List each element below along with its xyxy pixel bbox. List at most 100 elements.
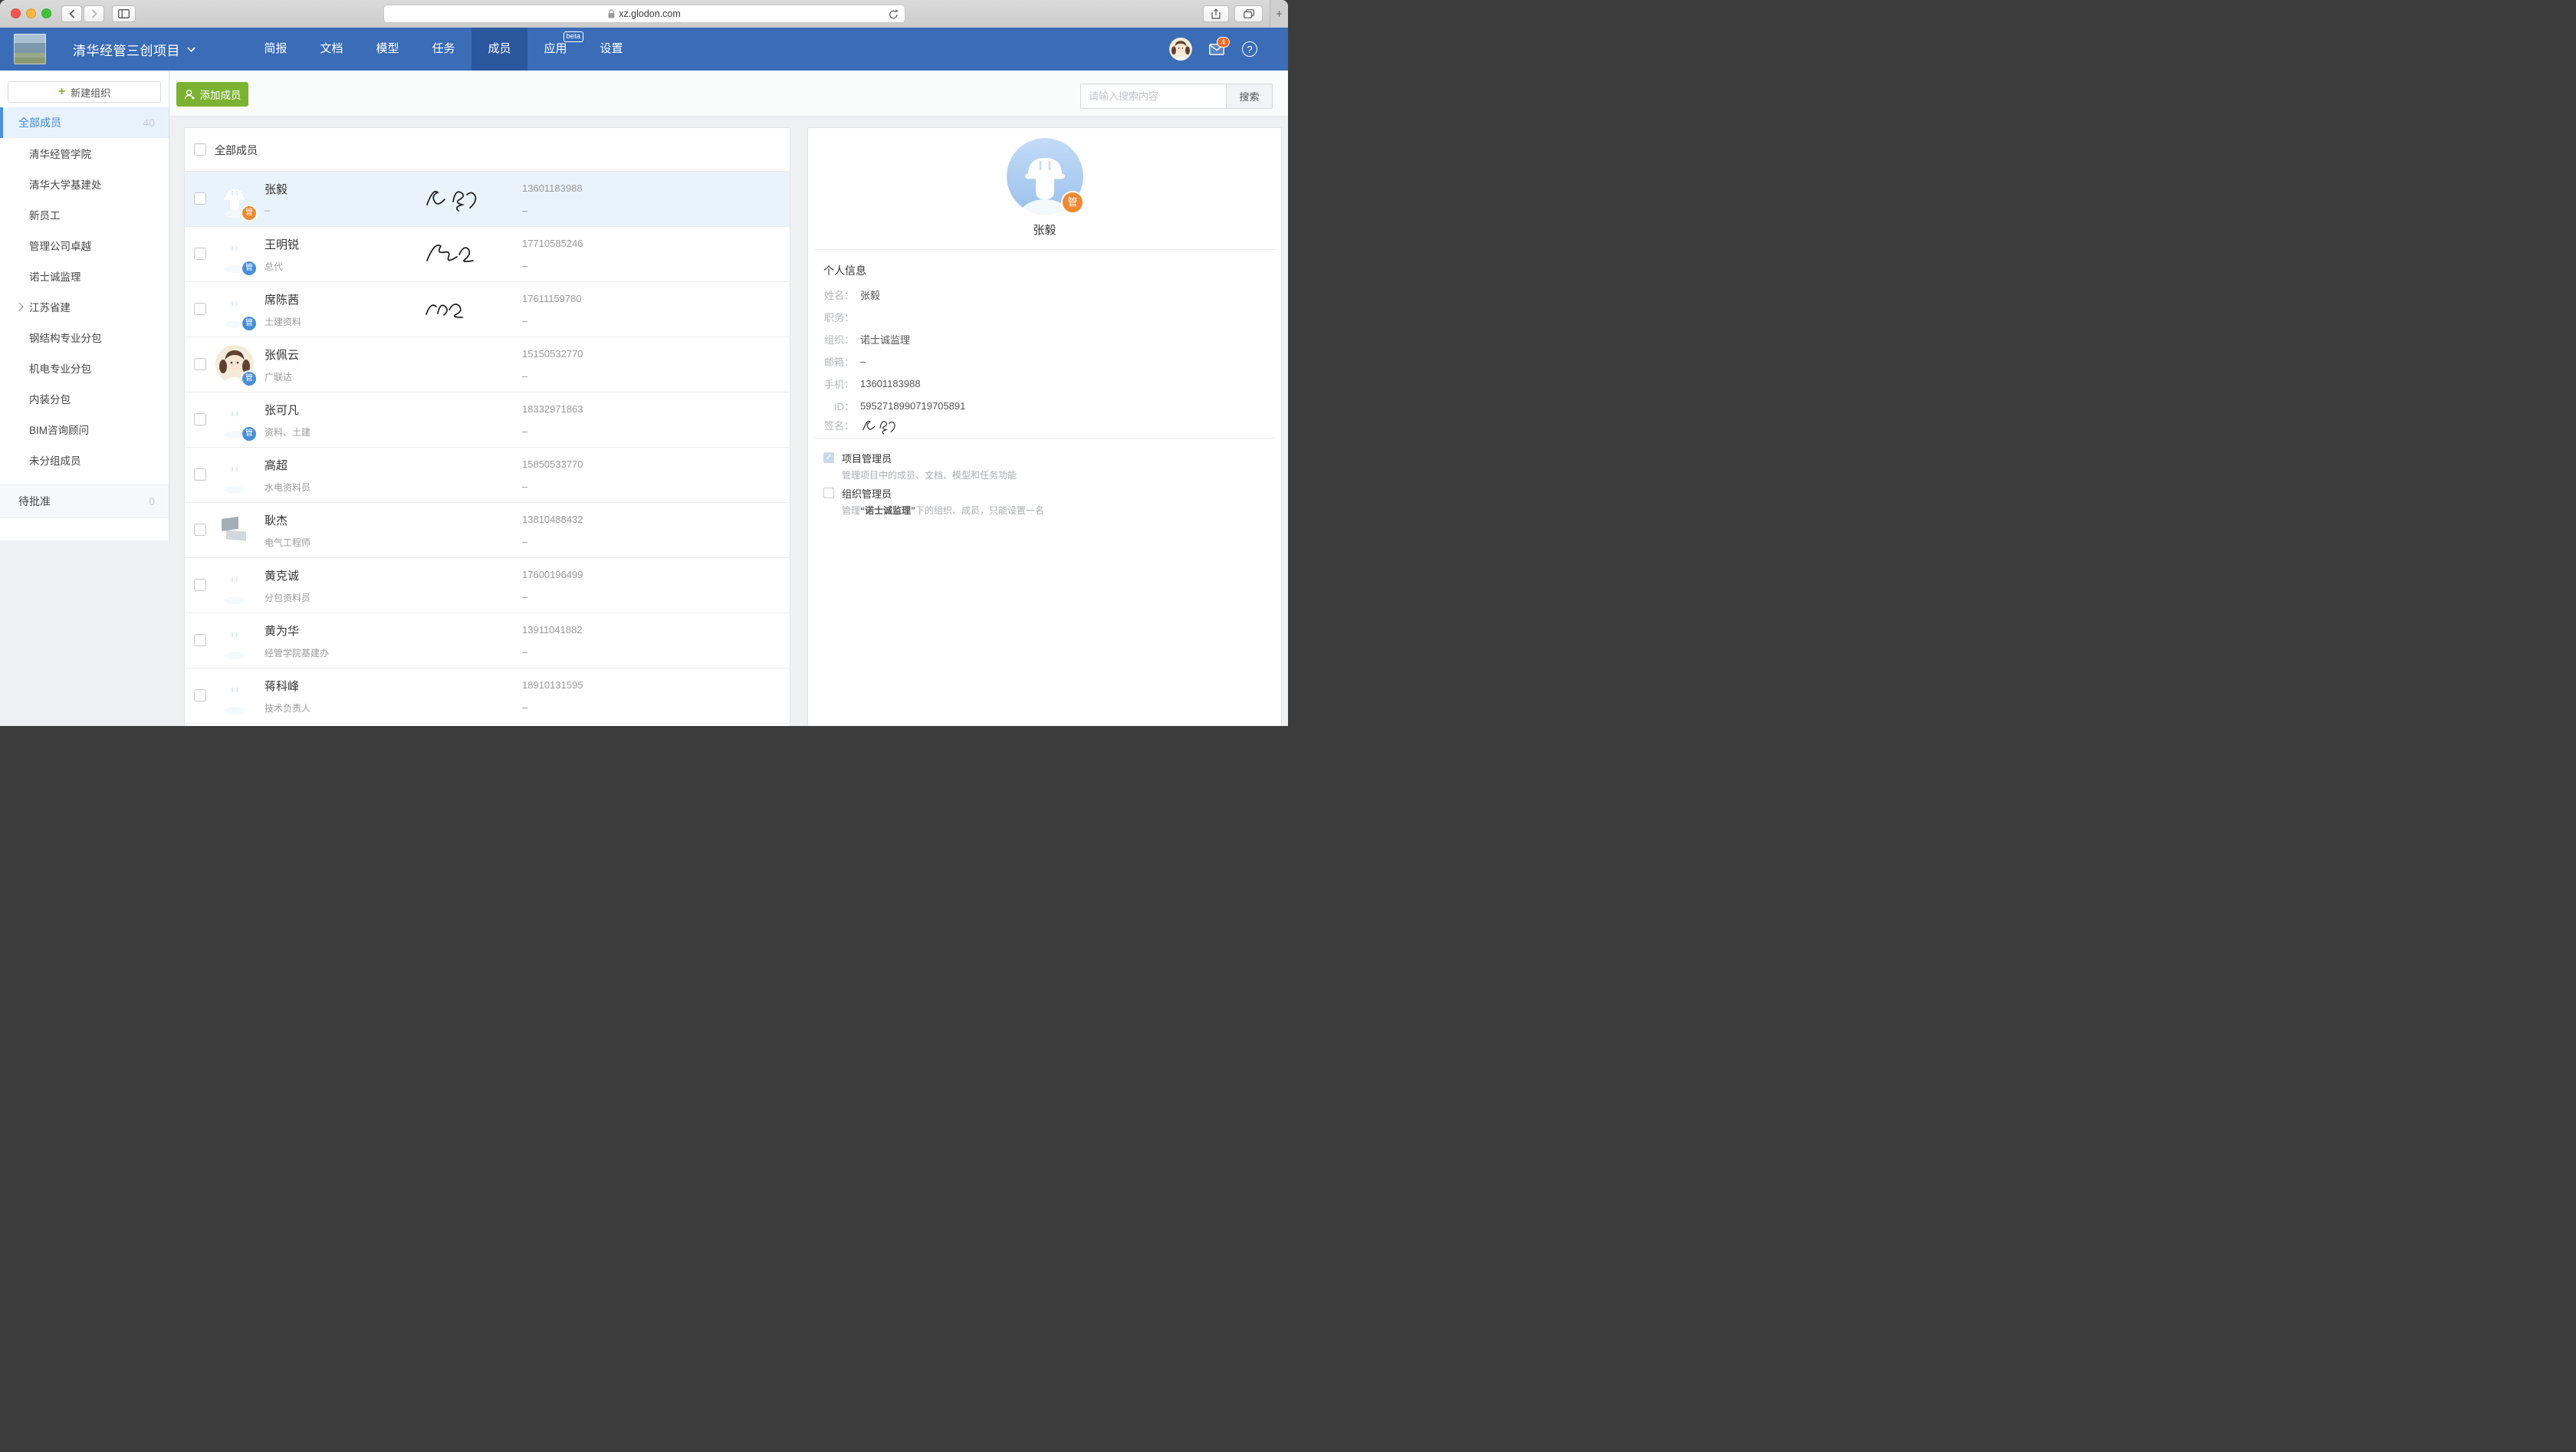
nav-tab[interactable]: 成员 — [472, 28, 527, 71]
row-checkbox[interactable] — [194, 303, 206, 315]
sidebar-org-item[interactable]: 管理公司卓越 — [0, 230, 169, 261]
member-role: 广联达 — [264, 370, 292, 383]
project-title: 清华经管三创项目 — [73, 40, 180, 59]
nav-tab-label: 应用 — [544, 42, 567, 55]
sidebar-org-item[interactable]: 清华大学基建处 — [0, 169, 169, 199]
row-checkbox[interactable] — [194, 413, 206, 425]
sidebar-org-item[interactable]: 新员工 — [0, 199, 169, 230]
member-phone: 17600196499 — [522, 569, 583, 580]
browser-titlebar: xz.glodon.com + — [0, 0, 1288, 28]
member-row[interactable]: 管 张可凡 资料、土建 18332971863 – — [185, 393, 790, 448]
url-text: xz.glodon.com — [619, 8, 681, 19]
nav-tab[interactable]: 任务 — [416, 28, 472, 71]
sidebar-org-item[interactable]: 诺士诚监理 — [0, 261, 169, 291]
project-admin-checkbox[interactable]: ✓ — [823, 452, 834, 463]
member-name: 张毅 — [264, 181, 288, 197]
personal-info-fields: 姓名： 张毅 职务： 组织： 诺士诚监理 邮箱： – — [823, 284, 965, 417]
sidebar-item-pending[interactable]: 待批准 0 — [0, 485, 169, 518]
project-switcher[interactable]: 清华经管三创项目 — [73, 28, 196, 71]
field-value: 5952718990719705891 — [860, 400, 965, 412]
member-phone-secondary: – — [522, 370, 527, 382]
select-all-checkbox[interactable] — [194, 143, 206, 156]
sidebar-toggle-button[interactable] — [112, 5, 136, 22]
member-role: 水电资料员 — [264, 481, 310, 494]
messages-button[interactable]: 4 — [1209, 44, 1224, 59]
zoom-window-button[interactable] — [41, 8, 51, 18]
back-button[interactable] — [61, 5, 82, 22]
member-phone-secondary: – — [522, 425, 527, 437]
sidebar-org-item[interactable]: 钢结构专业分包 — [0, 322, 169, 353]
chevron-right-icon — [91, 9, 97, 18]
member-phone: 18910131595 — [522, 679, 583, 691]
sidebar-org-item[interactable]: 江苏省建 — [0, 291, 169, 322]
new-org-button[interactable]: + 新建组织 — [8, 81, 161, 103]
user-avatar[interactable] — [1169, 38, 1192, 61]
reload-button[interactable] — [889, 8, 899, 22]
nav-tab[interactable]: 文档 — [304, 28, 360, 71]
org-admin-checkbox[interactable] — [823, 488, 834, 498]
chevron-right-icon[interactable] — [15, 302, 23, 310]
minimize-window-button[interactable] — [26, 8, 36, 18]
member-row[interactable]: 黄克诚 分包资料员 17600196499 – — [185, 558, 790, 613]
member-detail-panel: 管 张毅 个人信息 姓名： 张毅 职务： 组织： 诺士诚监理 — [807, 127, 1282, 726]
divider — [814, 249, 1275, 250]
nav-tab-label: 任务 — [432, 42, 455, 55]
row-checkbox[interactable] — [194, 248, 206, 260]
add-member-button[interactable]: 添加成员 — [176, 82, 248, 107]
sidebar-org-item[interactable]: 清华经管学院 — [0, 138, 169, 169]
nav-tab-label: 模型 — [376, 42, 399, 55]
row-checkbox[interactable] — [194, 579, 206, 591]
row-checkbox[interactable] — [194, 468, 206, 481]
sidebar-org-item[interactable]: BIM咨询顾问 — [0, 414, 169, 445]
row-checkbox[interactable] — [194, 689, 206, 701]
address-bar[interactable]: xz.glodon.com — [383, 5, 905, 23]
member-phone-secondary: – — [522, 481, 527, 492]
admin-badge: 管 — [241, 260, 258, 277]
field-value: – — [860, 356, 866, 367]
new-org-label: 新建组织 — [71, 85, 110, 100]
member-signature — [422, 237, 484, 271]
member-row[interactable]: 耿杰 电气工程师 13810488432 – — [185, 503, 790, 558]
sidebar-org-item[interactable]: 全部成员 40 — [0, 107, 169, 138]
row-checkbox[interactable] — [194, 524, 206, 536]
project-logo[interactable] — [14, 34, 46, 64]
share-button[interactable] — [1203, 5, 1229, 22]
member-avatar — [215, 566, 254, 604]
nav-tab[interactable]: 设置 — [583, 28, 639, 71]
lock-icon — [608, 9, 615, 18]
admin-badge: 管 — [241, 425, 258, 442]
member-row[interactable]: 高超 水电资料员 15850533770 – — [185, 448, 790, 503]
nav-tab[interactable]: 模型 — [360, 28, 416, 71]
project-admin-label: 项目管理员 — [842, 451, 892, 465]
field-label: 姓名： — [823, 287, 854, 302]
close-window-button[interactable] — [11, 8, 21, 18]
member-row[interactable]: 金峰 18601044288 – — [185, 724, 790, 726]
sidebar-org-item[interactable]: 内装分包 — [0, 383, 169, 414]
row-checkbox[interactable] — [194, 634, 206, 646]
new-tab-button[interactable]: + — [1270, 0, 1288, 28]
help-button[interactable]: ? — [1242, 41, 1257, 57]
member-row[interactable]: 管 张毅 – 13601183988 – — [185, 172, 790, 227]
member-row[interactable]: 管 席陈茜 土建资料 17611159780 – — [185, 282, 790, 337]
member-row[interactable]: 管 张佩云 广联达 15150532770 – — [185, 337, 790, 393]
member-row[interactable]: 黄为华 经管学院基建办 13911041882 – — [185, 613, 790, 669]
row-checkbox[interactable] — [194, 192, 206, 205]
nav-tab[interactable]: 简报 — [248, 28, 304, 71]
sidebar-org-item[interactable]: 机电专业分包 — [0, 353, 169, 383]
search-input[interactable] — [1080, 84, 1226, 109]
nav-tab-label: 文档 — [320, 42, 343, 55]
member-name: 张佩云 — [264, 347, 299, 363]
member-row[interactable]: 蒋科峰 技术负责人 18910131595 – — [185, 669, 790, 724]
field-value: 诺士诚监理 — [860, 332, 910, 347]
add-person-icon — [184, 89, 196, 100]
nav-tab[interactable]: 应用 beta — [527, 28, 583, 71]
sidebar-org-item[interactable]: 未分组成员 — [0, 445, 169, 475]
nav-tab-label: 设置 — [600, 42, 623, 55]
member-role: 分包资料员 — [264, 591, 310, 604]
member-row[interactable]: 管 王明锐 总代 17710585246 – — [185, 227, 790, 282]
member-phone-secondary: – — [522, 536, 527, 547]
tab-overview-button[interactable] — [1234, 5, 1263, 22]
row-checkbox[interactable] — [194, 358, 206, 370]
forward-button[interactable] — [84, 5, 104, 22]
search-button[interactable]: 搜索 — [1226, 84, 1273, 109]
